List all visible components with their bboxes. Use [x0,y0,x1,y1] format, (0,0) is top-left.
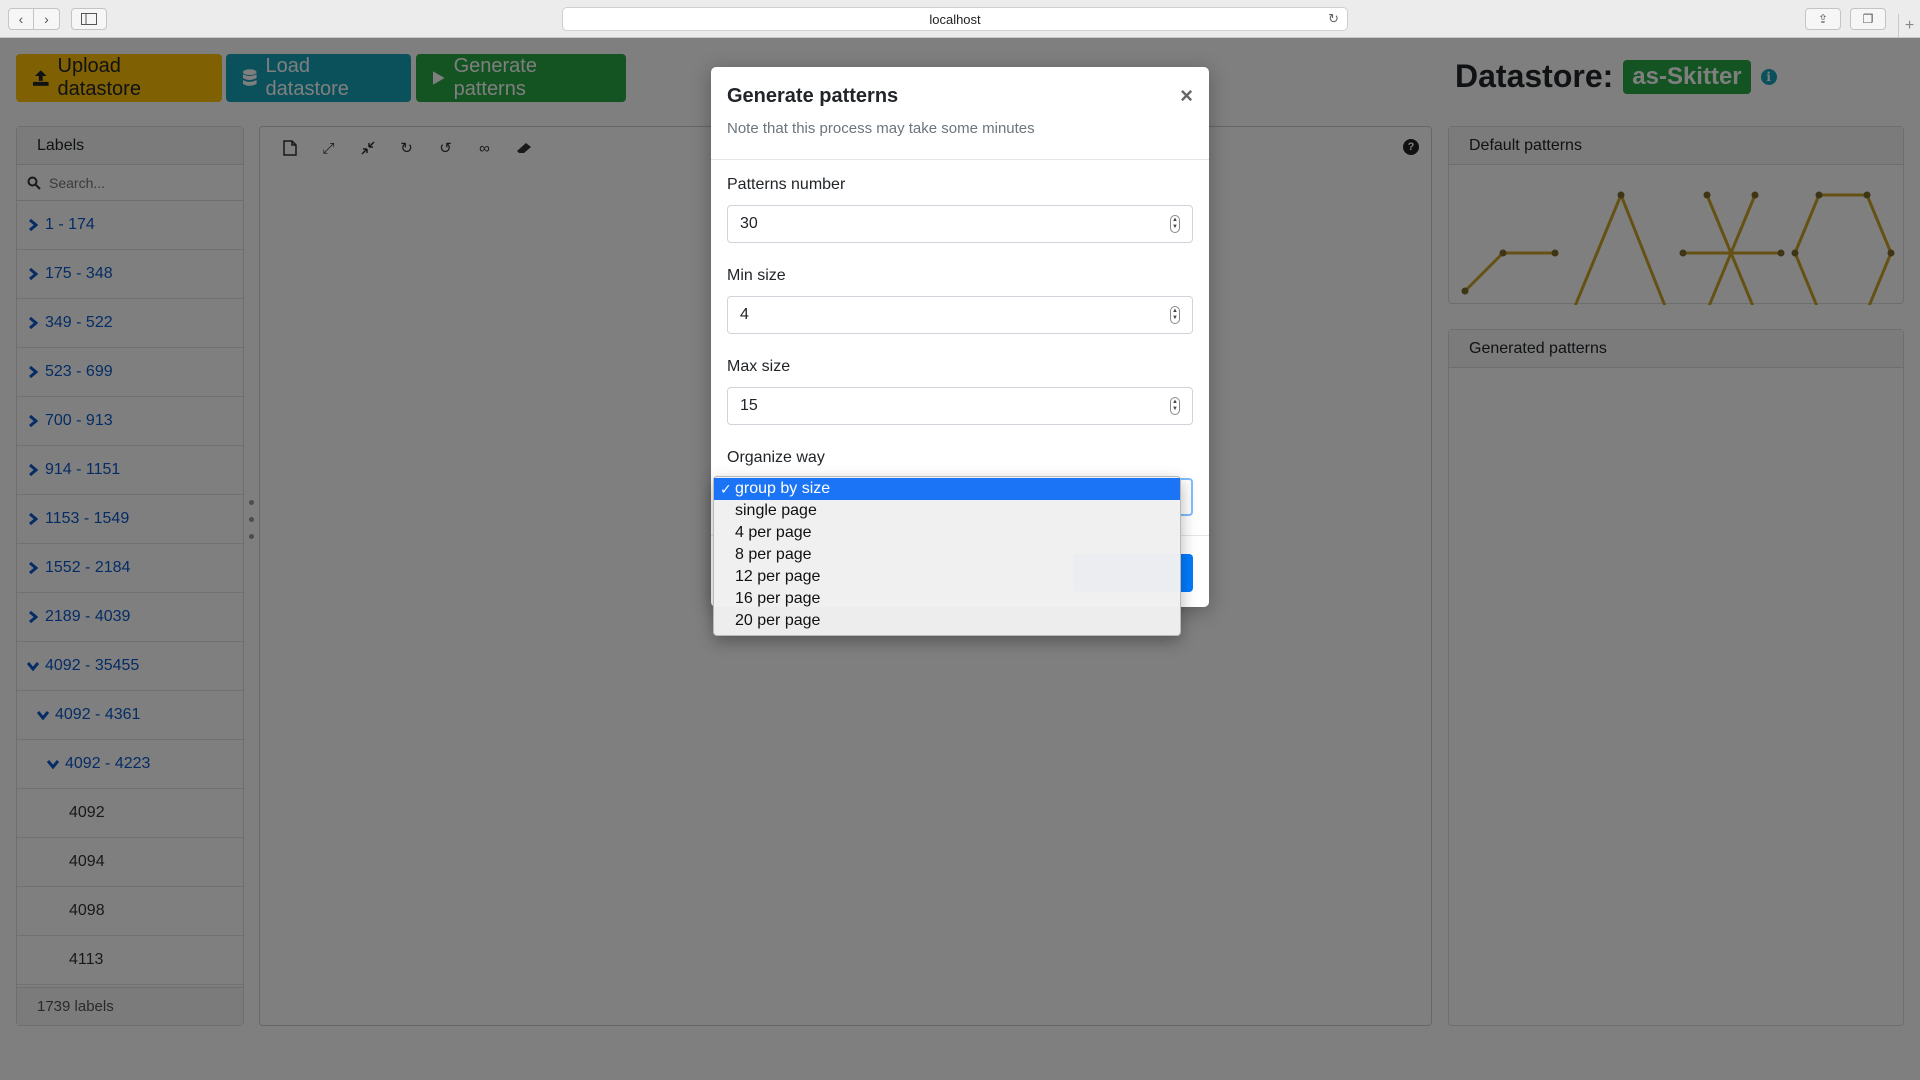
share-icon[interactable]: ⇪ [1805,8,1841,30]
dropdown-option[interactable]: 16 per page [714,588,1180,610]
forward-icon[interactable]: › [34,8,60,30]
max-size-value: 15 [740,397,758,414]
dropdown-option-label: 20 per page [735,612,821,629]
nav-buttons: ‹ › [8,8,60,30]
dropdown-option-label: 4 per page [735,524,812,541]
patterns-number-label: Patterns number [727,176,846,193]
new-tab-icon[interactable]: + [1898,14,1920,38]
max-size-label: Max size [727,358,791,375]
modal-subtitle: Note that this process may take some min… [727,120,1035,137]
dropdown-option[interactable]: 8 per page [714,544,1180,566]
dropdown-option-label: 8 per page [735,546,812,563]
url-text: localhost [929,11,981,27]
dropdown-option[interactable]: 20 per page [714,610,1180,632]
dropdown-option[interactable]: ✓ group by size [714,478,1180,500]
close-icon[interactable]: × [1180,83,1193,109]
min-size-input[interactable]: 4 ▲ ▼ [727,296,1193,334]
back-icon[interactable]: ‹ [8,8,34,30]
patterns-number-input[interactable]: 30 ▲ ▼ [727,205,1193,243]
max-size-input[interactable]: 15 ▲ ▼ [727,387,1193,425]
patterns-number-value: 30 [740,215,758,232]
min-size-value: 4 [740,306,749,323]
organize-way-label: Organize way [727,449,825,466]
tabs-icon[interactable]: ❐ [1850,8,1886,30]
modal-body: Patterns number 30 ▲ ▼ Min size 4 ▲ ▼ Max … [711,160,1209,516]
dropdown-option[interactable]: 4 per page [714,522,1180,544]
address-bar[interactable]: localhost ↻ [562,7,1348,31]
organize-way-dropdown: ✓ group by size single page 4 per page 8 per… [713,476,1181,636]
dropdown-option[interactable]: single page [714,500,1180,522]
checkmark-icon: ✓ [720,480,732,497]
modal-header: Generate patterns Note that this process… [711,67,1209,160]
dropdown-option-label: single page [735,502,817,519]
dropdown-option-label: group by size [735,480,831,497]
stepper-icon[interactable]: ▲ ▼ [1170,215,1180,233]
sidebar-toggle-icon[interactable] [71,8,107,30]
reload-icon[interactable]: ↻ [1328,11,1339,27]
stepper-icon[interactable]: ▲ ▼ [1170,306,1180,324]
dropdown-option-label: 16 per page [735,590,821,607]
stepper-icon[interactable]: ▲ ▼ [1170,397,1180,415]
min-size-label: Min size [727,267,786,284]
dropdown-option[interactable]: 12 per page [714,566,1180,588]
browser-chrome: ‹ › localhost ↻ ⇪ ❐ + [0,0,1920,38]
dropdown-option-label: 12 per page [735,568,821,585]
modal-title: Generate patterns [727,85,899,107]
